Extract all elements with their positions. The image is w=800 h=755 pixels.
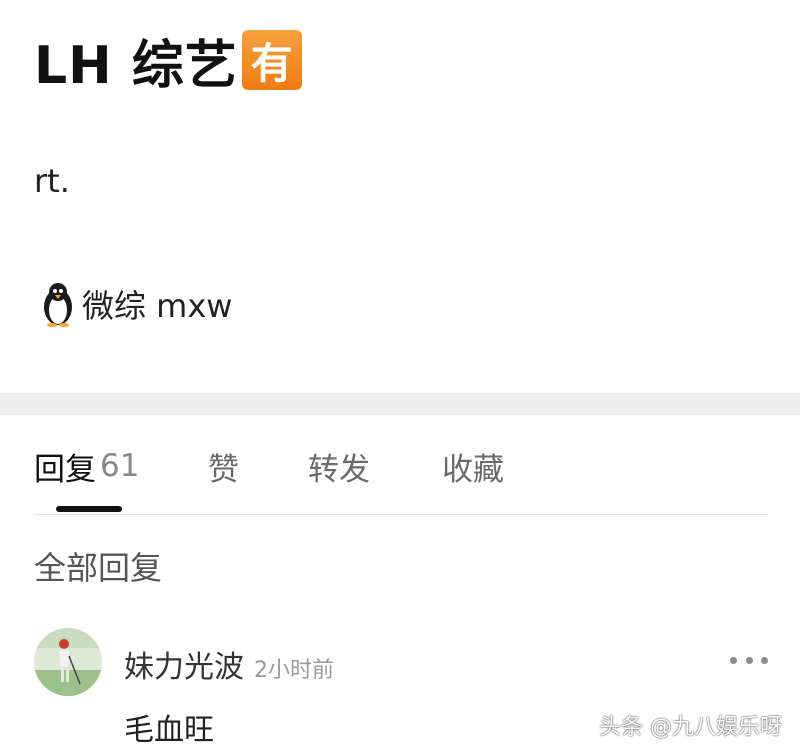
title-badge: 有 <box>241 30 302 90</box>
reply-timestamp: 2小时前 <box>254 658 334 683</box>
tab-likes[interactable]: 赞 <box>208 440 239 492</box>
penguin-icon <box>44 283 72 327</box>
watermark: 头条 @九八娱乐呀 <box>599 715 782 740</box>
tab-reposts[interactable]: 转发 <box>308 440 370 492</box>
tab-favorites-label: 收藏 <box>442 451 504 488</box>
tab-bar: 回复 61 赞 转发 收藏 <box>0 440 800 492</box>
tab-favorites[interactable]: 收藏 <box>442 440 504 492</box>
reply-author: 妹力光波 2小时前 <box>124 642 334 686</box>
post-body: rt. <box>34 162 70 200</box>
golfer-avatar[interactable] <box>34 628 102 696</box>
more-dot <box>761 656 768 664</box>
post-source-text: 微综 mxw <box>82 287 233 325</box>
tab-replies-count: 61 <box>100 448 140 484</box>
all-replies-heading: 全部回复 <box>34 549 163 587</box>
golfer-avatar-image <box>34 628 102 696</box>
post-title-text: LH 综艺 <box>34 35 238 96</box>
tab-underline <box>34 514 768 515</box>
section-divider <box>0 393 800 415</box>
tab-replies-label: 回复 <box>34 451 96 488</box>
reply-username[interactable]: 妹力光波 <box>124 642 244 686</box>
post-title: LH 综艺 有 <box>34 22 302 98</box>
tab-likes-label: 赞 <box>208 451 239 488</box>
active-tab-indicator <box>56 506 122 512</box>
post-source: 微综 mxw <box>40 278 232 330</box>
more-dot <box>730 656 737 664</box>
more-options-icon[interactable] <box>730 652 768 668</box>
more-dot <box>745 656 753 664</box>
tab-replies[interactable]: 回复 61 <box>34 440 139 492</box>
tab-reposts-label: 转发 <box>308 451 370 488</box>
reply-text: 毛血旺 <box>124 713 214 748</box>
